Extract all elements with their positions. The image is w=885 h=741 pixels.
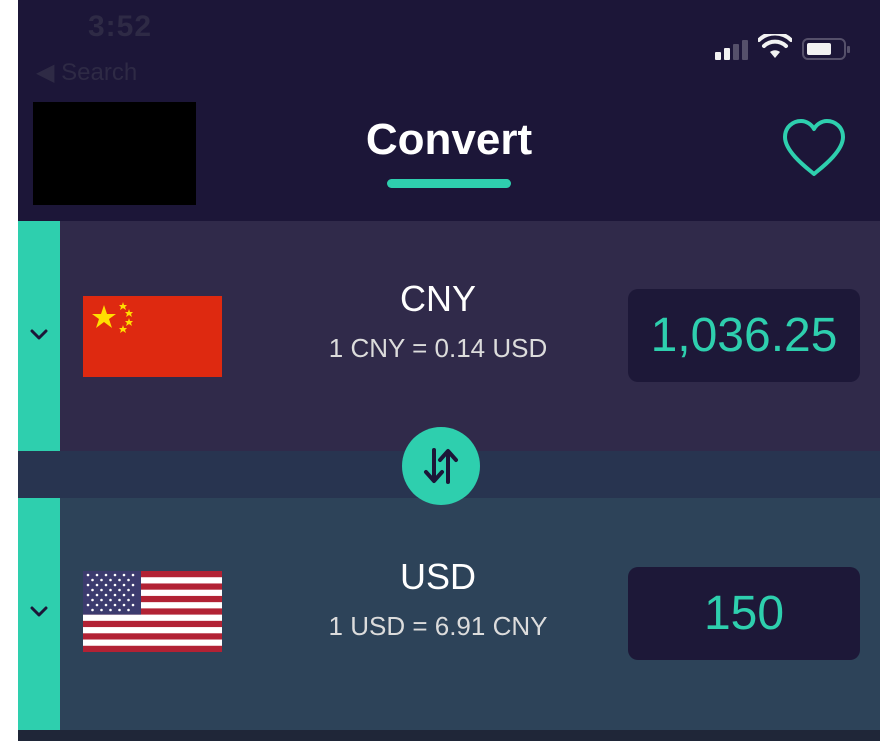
to-currency-dropdown[interactable] (18, 498, 60, 730)
back-to-search-link[interactable]: ◀ Search (36, 58, 137, 87)
china-flag-icon (83, 296, 222, 377)
from-exchange-rate: 1 CNY = 0.14 USD (328, 333, 548, 363)
swap-currencies-button[interactable] (402, 427, 480, 505)
chevron-down-icon (30, 606, 48, 617)
chevron-down-icon (30, 329, 48, 340)
from-currency-code: CNY (399, 278, 476, 319)
to-currency-row: USD 1 USD = 6.91 CNY 150 (18, 498, 880, 730)
swap-arrows-icon (424, 448, 458, 484)
signal-icon (715, 40, 748, 60)
bottom-edge (18, 730, 880, 741)
from-currency-dropdown[interactable] (18, 221, 60, 451)
wifi-icon (758, 34, 792, 58)
to-exchange-rate: 1 USD = 6.91 CNY (328, 611, 548, 641)
to-amount-field[interactable]: 150 (628, 567, 860, 660)
battery-icon (802, 38, 850, 60)
status-indicators (715, 34, 850, 60)
to-currency-code: USD (399, 556, 476, 597)
heart-icon[interactable] (781, 118, 847, 178)
from-currency-row: CNY 1 CNY = 0.14 USD 1,036.25 (18, 221, 880, 451)
page-title: Convert (365, 115, 533, 164)
title-underline (387, 179, 511, 188)
status-time: 3:52 (88, 10, 153, 43)
currency-converter-screen: 3:52 ◀ Search Convert CNY 1 CNY = 0.14 U… (18, 0, 880, 741)
from-amount-field[interactable]: 1,036.25 (628, 289, 860, 382)
us-flag-icon (83, 571, 222, 652)
